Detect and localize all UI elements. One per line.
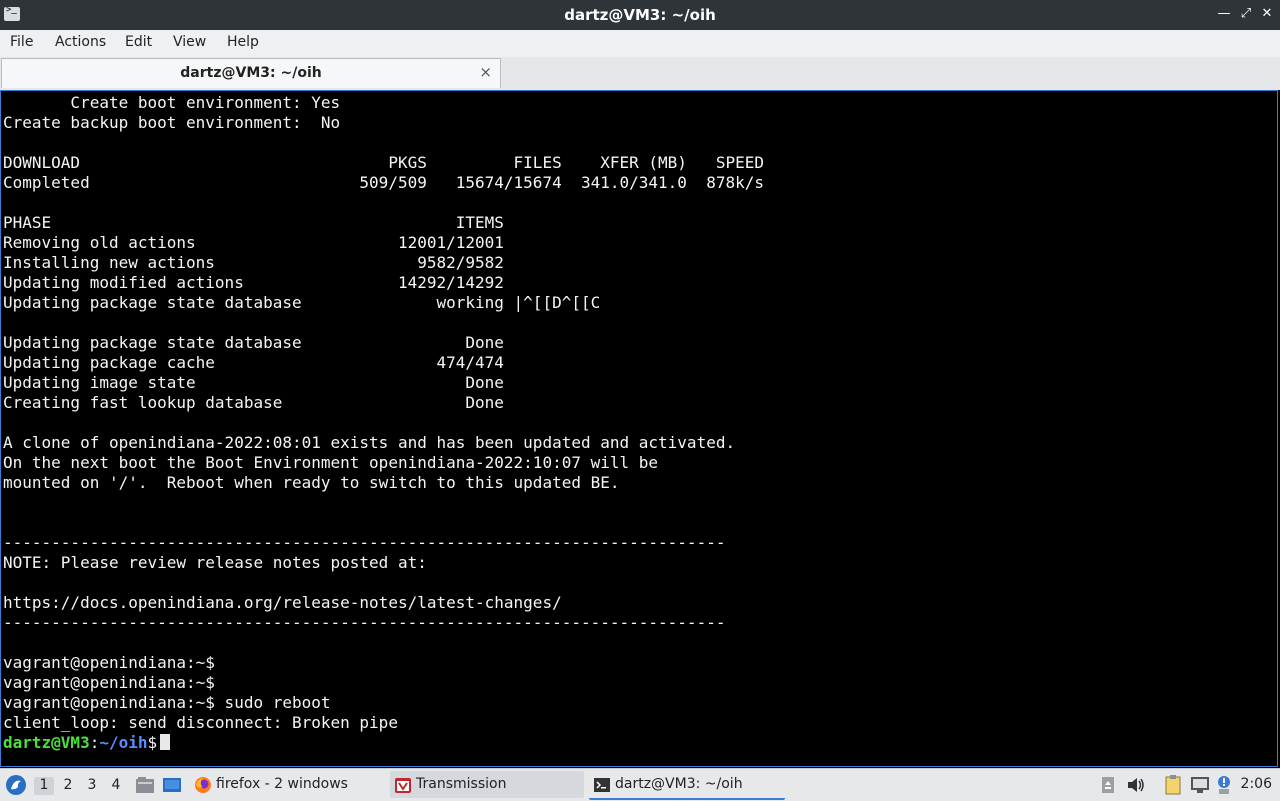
taskbar-item-firefox[interactable]: firefox - 2 windows — [190, 771, 386, 798]
terminal-line: Create backup boot environment: No — [3, 113, 341, 132]
firefox-icon — [195, 777, 211, 793]
removable-media-icon[interactable] — [1100, 775, 1116, 795]
prompt-user-host: dartz@VM3 — [3, 733, 90, 752]
close-button[interactable]: ✕ — [1259, 6, 1275, 22]
workspace-4[interactable]: 4 — [106, 777, 126, 795]
prompt-symbol: $ — [147, 733, 158, 752]
terminal-tab[interactable]: dartz@VM3: ~/oih × — [1, 58, 501, 88]
terminal-line: Updating package cache 474/474 — [3, 353, 504, 372]
menu-actions[interactable]: Actions — [55, 34, 106, 50]
terminal-line: NOTE: Please review release notes posted… — [3, 553, 427, 572]
terminal-line: ----------------------------------------… — [3, 533, 726, 552]
start-menu-icon[interactable] — [5, 774, 27, 796]
update-notification-icon[interactable] — [1215, 774, 1233, 796]
terminal-line: https://docs.openindiana.org/release-not… — [3, 593, 562, 612]
terminal-line: vagrant@openindiana:~$ — [3, 673, 215, 692]
tab-close-icon[interactable]: × — [479, 63, 492, 81]
terminal-prompt[interactable]: dartz@VM3:~/oih$ — [3, 733, 171, 753]
terminal-line: vagrant@openindiana:~$ sudo reboot — [3, 693, 331, 712]
text-cursor — [160, 734, 171, 750]
terminal-line: A clone of openindiana-2022:08:01 exists… — [3, 433, 736, 452]
menu-file[interactable]: File — [10, 34, 33, 50]
terminal-line: client_loop: send disconnect: Broken pip… — [3, 713, 398, 732]
maximize-button[interactable]: ⤢ — [1238, 6, 1254, 22]
terminal-line: DOWNLOAD PKGS FILES XFER (MB) SPEED — [3, 153, 764, 172]
taskbar-item-transmission[interactable]: Transmission — [390, 771, 584, 798]
taskbar: 1 2 3 4 firefox - 2 windows Transmission… — [0, 768, 1280, 801]
menu-help[interactable]: Help — [227, 34, 259, 50]
terminal-icon — [594, 778, 610, 792]
clock[interactable]: 2:06 — [1241, 776, 1272, 792]
terminal-line: PHASE ITEMS — [3, 213, 504, 232]
terminal-line: Completed 509/509 15674/15674 341.0/341.… — [3, 173, 764, 192]
terminal-line: Removing old actions 12001/12001 — [3, 233, 504, 252]
terminal-line: Creating fast lookup database Done — [3, 393, 504, 412]
terminal-line: Updating package state database Done — [3, 333, 504, 352]
tab-bar: dartz@VM3: ~/oih × — [0, 57, 1280, 90]
clipboard-icon[interactable] — [1163, 774, 1183, 796]
terminal-line: Updating package state database working … — [3, 293, 601, 312]
window-title: dartz@VM3: ~/oih — [564, 6, 716, 24]
terminal-line: On the next boot the Boot Environment op… — [3, 453, 659, 472]
workspace-3[interactable]: 3 — [82, 777, 102, 795]
terminal-output[interactable]: Create boot environment: Yes Create backu… — [0, 90, 1278, 767]
minimize-button[interactable]: — — [1216, 6, 1232, 22]
file-manager-icon[interactable] — [135, 776, 155, 794]
taskbar-item-terminal[interactable]: dartz@VM3: ~/oih — [589, 771, 785, 800]
terminal-line: Installing new actions 9582/9582 — [3, 253, 504, 272]
workspace-2[interactable]: 2 — [58, 777, 78, 795]
tab-label: dartz@VM3: ~/oih — [180, 65, 322, 81]
workspace-1[interactable]: 1 — [34, 777, 54, 795]
menu-bar: File Actions Edit View Help — [0, 30, 1280, 58]
prompt-path: ~/oih — [99, 733, 148, 752]
menu-view[interactable]: View — [173, 34, 206, 50]
terminal-line: ----------------------------------------… — [3, 613, 726, 632]
show-desktop-icon[interactable] — [162, 776, 182, 794]
transmission-icon — [395, 778, 411, 793]
terminal-line: mounted on '/'. Reboot when ready to swi… — [3, 473, 620, 492]
volume-icon[interactable] — [1126, 776, 1146, 794]
prompt-separator: : — [89, 733, 100, 752]
menu-edit[interactable]: Edit — [125, 34, 152, 50]
terminal-line: Create boot environment: Yes — [3, 93, 341, 112]
network-icon[interactable] — [1190, 776, 1210, 794]
terminal-line: Updating modified actions 14292/14292 — [3, 273, 504, 292]
terminal-line: vagrant@openindiana:~$ — [3, 653, 215, 672]
window-titlebar[interactable]: dartz@VM3: ~/oih — ⤢ ✕ — [0, 0, 1280, 30]
terminal-line: Updating image state Done — [3, 373, 504, 392]
